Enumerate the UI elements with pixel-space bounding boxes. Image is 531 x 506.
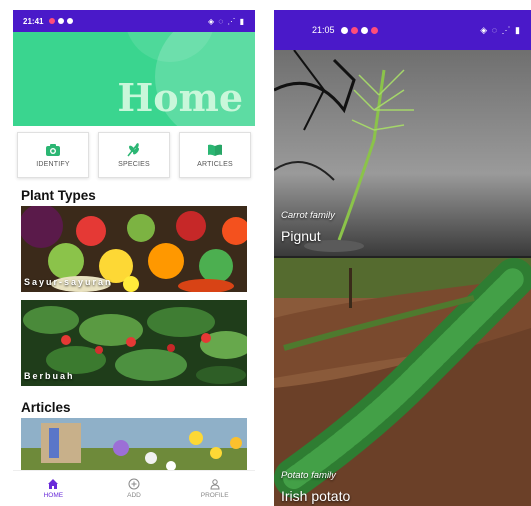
status-time: 21:05 bbox=[312, 25, 335, 35]
category-label: ARTICLES bbox=[197, 160, 233, 168]
article-card[interactable] bbox=[21, 418, 247, 474]
notification-icon bbox=[58, 18, 65, 24]
system-icons: ◈ ◌ ⋰ ▮ bbox=[480, 24, 521, 35]
home-icon bbox=[48, 479, 59, 489]
plant-name: Irish potato bbox=[281, 488, 351, 504]
system-icons: ◈ ◌ ⋰ ▮ bbox=[208, 16, 245, 26]
notification-icon bbox=[340, 26, 348, 34]
plant-family-label: Carrot family bbox=[281, 210, 335, 221]
bottom-navigation: HOME ADD PROFILE bbox=[13, 470, 255, 506]
plant-card[interactable]: Potato family Irish potato bbox=[274, 256, 531, 506]
identify-button[interactable]: IDENTIFY bbox=[17, 132, 89, 178]
home-screen: 21:41 ◈ ◌ ⋰ ▮ Home IDENTIFY SPECIES ARTI… bbox=[13, 10, 255, 506]
plant-type-card[interactable]: Berbuah bbox=[21, 300, 247, 386]
camera-icon bbox=[46, 143, 60, 156]
plant-list-screen: 21:05 ◈ ◌ ⋰ ▮ Carrot family Pignut Potat… bbox=[274, 10, 531, 506]
plant-card[interactable]: Carrot family Pignut bbox=[274, 50, 531, 256]
plant-family-label: Potato family bbox=[281, 470, 336, 481]
person-icon bbox=[210, 479, 220, 490]
status-bar: 21:05 ◈ ◌ ⋰ ▮ bbox=[274, 10, 531, 50]
nav-profile[interactable]: PROFILE bbox=[174, 471, 255, 506]
garden-flowers-image bbox=[21, 418, 247, 474]
plant-type-label: Sayur-sayuran bbox=[24, 277, 113, 287]
leaf-icon bbox=[127, 142, 139, 156]
status-bar: 21:41 ◈ ◌ ⋰ ▮ bbox=[13, 10, 255, 32]
category-row: IDENTIFY SPECIES ARTICLES bbox=[13, 126, 255, 186]
category-label: SPECIES bbox=[118, 160, 150, 168]
nav-home[interactable]: HOME bbox=[13, 471, 94, 506]
pignut-image bbox=[274, 50, 531, 256]
add-circle-icon bbox=[128, 478, 140, 490]
articles-button[interactable]: ARTICLES bbox=[179, 132, 251, 178]
plant-type-card[interactable]: Sayur-sayuran bbox=[21, 206, 247, 292]
plant-name: Pignut bbox=[281, 228, 321, 244]
status-time: 21:41 bbox=[23, 16, 44, 26]
notification-icon bbox=[67, 18, 74, 24]
book-icon bbox=[208, 144, 222, 156]
plant-type-label: Berbuah bbox=[24, 371, 75, 381]
species-button[interactable]: SPECIES bbox=[98, 132, 170, 178]
articles-heading: Articles bbox=[21, 400, 71, 415]
plant-types-heading: Plant Types bbox=[21, 188, 96, 203]
notification-icon bbox=[370, 26, 378, 34]
home-header: Home bbox=[13, 32, 255, 126]
notification-icon bbox=[360, 26, 368, 34]
irish-potato-image bbox=[274, 258, 531, 506]
nav-label: HOME bbox=[43, 492, 64, 499]
nav-label: ADD bbox=[127, 492, 141, 499]
category-label: IDENTIFY bbox=[36, 160, 70, 168]
page-title: Home bbox=[117, 75, 243, 120]
nav-label: PROFILE bbox=[200, 492, 229, 499]
nav-add[interactable]: ADD bbox=[94, 471, 175, 506]
notification-icon bbox=[49, 18, 56, 24]
notification-icon bbox=[350, 26, 358, 34]
